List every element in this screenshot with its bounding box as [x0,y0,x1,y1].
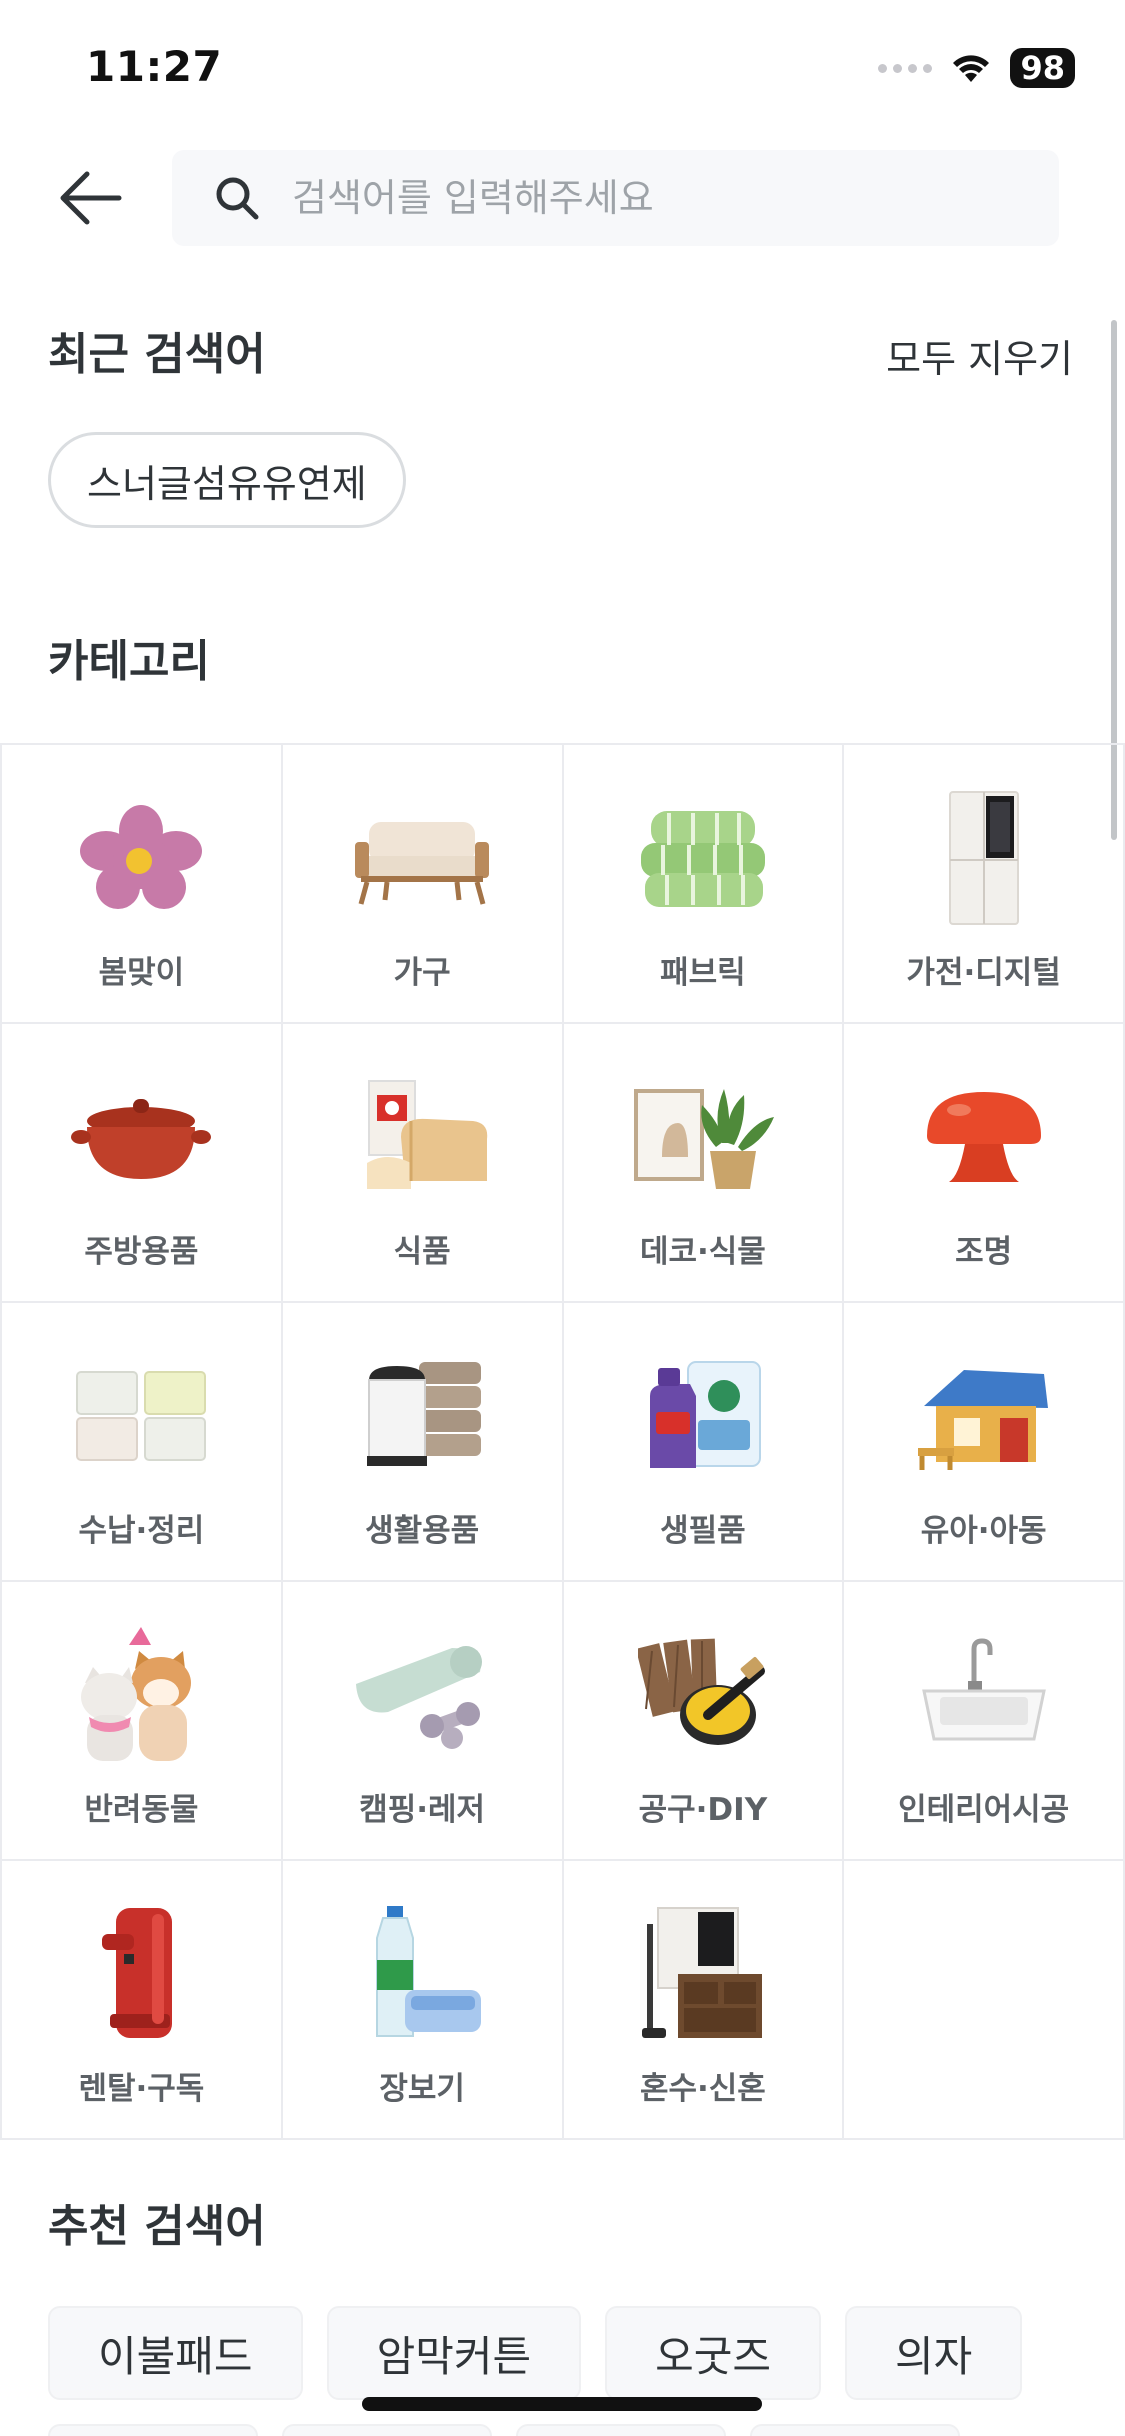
category-item-camping[interactable]: 캠핑·레저 [282,1582,564,1861]
back-button[interactable] [50,160,130,236]
category-label: 수납·정리 [78,1513,205,1549]
recommended-search-chip[interactable]: 이불패드 [48,2306,303,2400]
category-item-living[interactable]: 생활용품 [282,1303,564,1582]
category-label: 생필품 [660,1513,746,1549]
category-label: 식품 [393,1234,451,1270]
bread-icon [347,1062,497,1212]
paint-bucket-icon [628,1620,778,1770]
category-item-interior[interactable]: 인테리어시공 [844,1582,1125,1861]
battery-indicator: 98 [1010,48,1075,88]
category-item-food[interactable]: 식품 [282,1024,564,1303]
search-bar[interactable] [172,150,1059,246]
recommended-search-chip[interactable] [282,2424,492,2436]
category-label: 생활용품 [365,1513,480,1549]
category-empty-cell [844,1861,1125,2140]
pot-icon [66,1062,216,1212]
category-label: 조명 [955,1234,1013,1270]
sink-icon [909,1620,1059,1770]
category-label: 가전·디지털 [906,955,1061,991]
category-label: 인테리어시공 [898,1792,1070,1828]
category-item-furniture[interactable]: 가구 [282,745,564,1024]
category-label: 유아·아동 [920,1513,1047,1549]
storage-box-icon [66,1341,216,1491]
category-label: 주방용품 [84,1234,199,1270]
water-bottle-icon [347,1899,497,2049]
recommended-search-chip[interactable] [750,2424,960,2436]
category-title: 카테고리 [48,636,210,687]
recommended-searches-title: 추천 검색어 [48,2201,266,2252]
status-icons: 98 [878,48,1075,88]
recommended-searches-list: 이불패드 암막커튼 오굿즈 의자 [48,2306,1088,2436]
detergent-icon [628,1341,778,1491]
search-header [0,148,1125,248]
category-item-fabric[interactable]: 패브릭 [563,745,845,1024]
recent-searches-list: 스너글섬유유연제 [48,432,406,528]
sofa-icon [347,783,497,933]
blanket-icon [628,783,778,933]
recommended-search-chip[interactable]: 의자 [845,2306,1023,2400]
category-label: 혼수·신혼 [639,2071,766,2107]
category-item-essentials[interactable]: 생필품 [563,1303,845,1582]
category-label: 렌탈·구독 [78,2071,205,2107]
category-item-lighting[interactable]: 조명 [844,1024,1125,1303]
category-grid: 봄맞이 가구 패브릭 가전·디지털 주방용품 식품 데코·식물 조명 수납·정리… [0,743,1125,2140]
category-item-pets[interactable]: 반려동물 [2,1582,283,1861]
status-bar: 11:27 98 [0,0,1125,140]
category-item-tools[interactable]: 공구·DIY [563,1582,845,1861]
category-item-wedding[interactable]: 혼수·신혼 [563,1861,845,2140]
clear-all-button[interactable]: 모두 지우기 [886,328,1073,383]
flower-icon [66,783,216,933]
category-item-deco[interactable]: 데코·식물 [563,1024,845,1303]
search-input[interactable] [292,176,1032,220]
plant-icon [628,1062,778,1212]
category-label: 데코·식물 [639,1234,766,1270]
recommended-search-chip[interactable]: 오굿즈 [605,2306,822,2400]
pets-icon [66,1620,216,1770]
recent-search-chip[interactable]: 스너글섬유유연제 [48,432,406,528]
home-indicator [362,2397,762,2411]
category-item-kids[interactable]: 유아·아동 [844,1303,1125,1582]
category-item-rental[interactable]: 렌탈·구독 [2,1861,283,2140]
trash-can-icon [347,1341,497,1491]
category-item-kitchen[interactable]: 주방용품 [2,1024,283,1303]
category-label: 캠핑·레저 [359,1792,486,1828]
recent-searches-header: 최근 검색어 모두 지우기 [48,318,1073,388]
water-purifier-icon [66,1899,216,2049]
yoga-mat-icon [347,1620,497,1770]
category-label: 장보기 [379,2071,465,2107]
category-item-spring[interactable]: 봄맞이 [2,745,283,1024]
category-label: 패브릭 [660,955,746,991]
fridge-icon [909,783,1059,933]
category-label: 반려동물 [84,1792,199,1828]
category-label: 봄맞이 [98,955,185,991]
search-icon [212,173,262,223]
category-item-grocery[interactable]: 장보기 [282,1861,564,2140]
status-time: 11:27 [86,42,223,91]
recommended-search-chip[interactable] [48,2424,258,2436]
playhouse-icon [909,1341,1059,1491]
category-item-storage[interactable]: 수납·정리 [2,1303,283,1582]
appliances-icon [628,1899,778,2049]
arrow-left-icon [60,171,122,225]
cellular-signal-icon [878,63,933,73]
wifi-icon [953,55,990,82]
lamp-icon [909,1062,1059,1212]
recommended-search-chip[interactable]: 암막커튼 [326,2306,582,2400]
category-item-appliance[interactable]: 가전·디지털 [844,745,1125,1024]
category-label: 공구·DIY [638,1792,768,1828]
category-label: 가구 [393,955,451,991]
recommended-search-chip[interactable] [516,2424,726,2436]
